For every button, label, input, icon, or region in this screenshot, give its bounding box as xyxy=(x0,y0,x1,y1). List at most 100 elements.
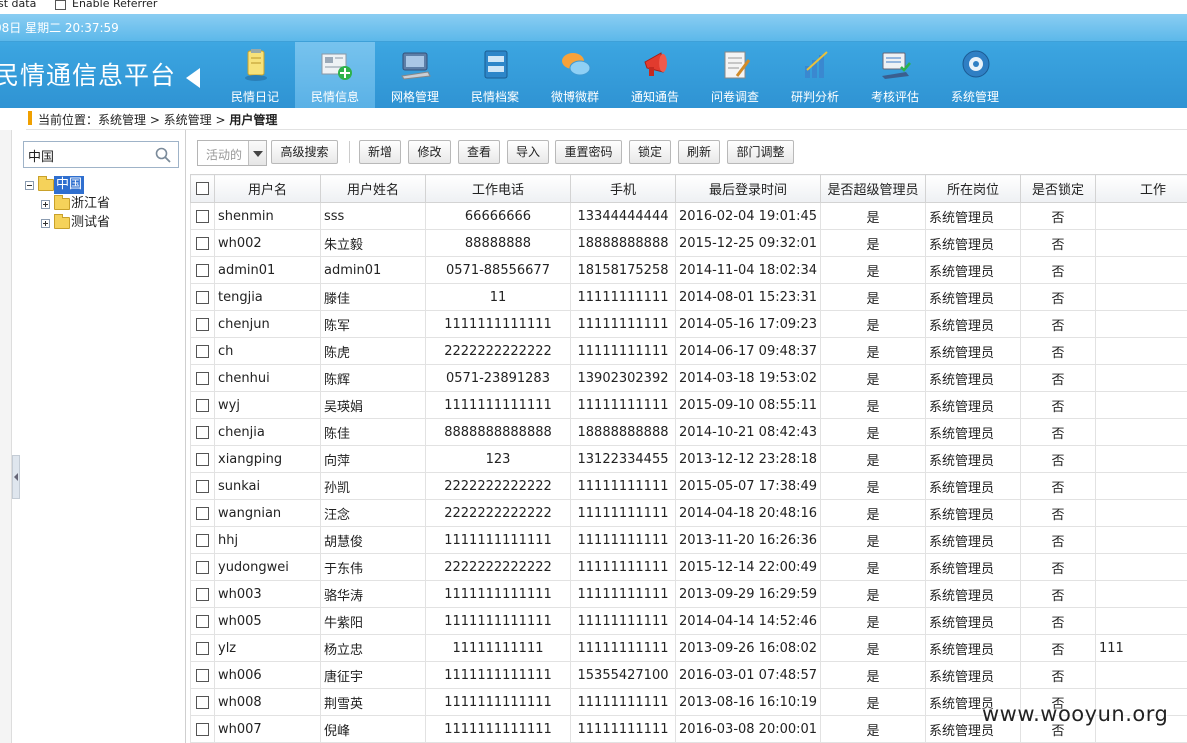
col-header-mobile[interactable]: 手机 xyxy=(570,174,676,203)
edit-button[interactable]: 修改 xyxy=(408,140,451,164)
row-select-cell[interactable] xyxy=(190,418,215,446)
table-row[interactable]: hhj 胡慧俊 1111111111111 11111111111 2013-11-20… xyxy=(190,526,1187,554)
nav-item-diary[interactable]: 民情日记 xyxy=(215,42,295,108)
enable-referrer-checkbox[interactable] xyxy=(55,0,66,10)
row-select-cell[interactable] xyxy=(190,607,215,635)
col-header-work-phone[interactable]: 工作电话 xyxy=(425,174,571,203)
row-select-cell[interactable] xyxy=(190,580,215,608)
col-header-super-admin[interactable]: 是否超级管理员 xyxy=(820,174,926,203)
row-select-cell[interactable] xyxy=(190,688,215,716)
table-row[interactable]: sunkai 孙凯 2222222222222 11111111111 2015-05-… xyxy=(190,472,1187,500)
nav-item-system[interactable]: 系统管理 xyxy=(935,42,1015,108)
panel-toggle-handle[interactable] xyxy=(12,455,20,499)
row-checkbox[interactable] xyxy=(196,317,209,331)
row-select-cell[interactable] xyxy=(190,661,215,689)
table-row[interactable]: chenjun 陈军 1111111111111 11111111111 2014-05… xyxy=(190,310,1187,338)
nav-item-survey[interactable]: 问卷调查 xyxy=(695,42,775,108)
row-checkbox[interactable] xyxy=(196,344,209,358)
row-checkbox[interactable] xyxy=(196,452,209,466)
select-all-cell[interactable] xyxy=(190,174,215,203)
row-select-cell[interactable] xyxy=(190,553,215,581)
row-select-cell[interactable] xyxy=(190,229,215,257)
row-checkbox[interactable] xyxy=(196,371,209,385)
tree-node-label[interactable]: 中国 xyxy=(54,176,85,194)
table-row[interactable]: wh006 唐征宇 1111111111111 15355427100 2016-03-… xyxy=(190,661,1187,689)
row-checkbox[interactable] xyxy=(196,533,209,547)
row-checkbox[interactable] xyxy=(196,614,209,628)
table-row[interactable]: shenmin sss 66666666 13344444444 2016-02-04 … xyxy=(190,202,1187,230)
tree-expand-icon[interactable] xyxy=(41,219,50,228)
row-select-cell[interactable] xyxy=(190,202,215,230)
row-select-cell[interactable] xyxy=(190,283,215,311)
table-row[interactable]: wh002 朱立毅 88888888 18888888888 2015-12-25 09… xyxy=(190,229,1187,257)
tree-collapse-icon[interactable] xyxy=(25,181,34,190)
table-row[interactable]: ch 陈虎 2222222222222 11111111111 2014-06-17 0… xyxy=(190,337,1187,365)
table-row[interactable]: wangnian 汪念 2222222222222 11111111111 2014-0… xyxy=(190,499,1187,527)
row-checkbox[interactable] xyxy=(196,560,209,574)
row-select-cell[interactable] xyxy=(190,391,215,419)
row-select-cell[interactable] xyxy=(190,526,215,554)
chevron-down-icon[interactable] xyxy=(248,141,266,165)
table-row[interactable]: ylz 杨立忠 11111111111 11111111111 2013-09-26 1… xyxy=(190,634,1187,662)
col-header-work[interactable]: 工作 xyxy=(1095,174,1187,203)
import-button[interactable]: 导入 xyxy=(507,140,549,164)
row-checkbox[interactable] xyxy=(196,587,209,601)
advanced-search-button[interactable]: 高级搜索 xyxy=(271,140,338,164)
add-button[interactable]: 新增 xyxy=(359,140,401,164)
row-checkbox[interactable] xyxy=(196,236,209,250)
collapse-left-icon[interactable] xyxy=(186,68,200,88)
col-header-position[interactable]: 所在岗位 xyxy=(925,174,1021,203)
row-checkbox[interactable] xyxy=(196,209,209,223)
row-checkbox[interactable] xyxy=(196,263,209,277)
search-icon[interactable] xyxy=(155,147,171,163)
select-all-checkbox[interactable] xyxy=(196,182,209,195)
tree-node-label[interactable]: 浙江省 xyxy=(69,195,112,213)
row-select-cell[interactable] xyxy=(190,445,215,473)
table-row[interactable]: wh003 骆华涛 1111111111111 11111111111 2013-09-… xyxy=(190,580,1187,608)
col-header-fullname[interactable]: 用户姓名 xyxy=(320,174,426,203)
col-header-username[interactable]: 用户名 xyxy=(214,174,321,203)
nav-item-info[interactable]: 民情信息 xyxy=(295,42,375,108)
view-button[interactable]: 查看 xyxy=(458,140,500,164)
row-select-cell[interactable] xyxy=(190,310,215,338)
row-checkbox[interactable] xyxy=(196,290,209,304)
row-select-cell[interactable] xyxy=(190,472,215,500)
table-row[interactable]: wh005 牛紫阳 1111111111111 11111111111 2014-04-… xyxy=(190,607,1187,635)
row-checkbox[interactable] xyxy=(196,722,209,736)
row-checkbox[interactable] xyxy=(196,479,209,493)
tree-expand-icon[interactable] xyxy=(41,200,50,209)
row-select-cell[interactable] xyxy=(190,256,215,284)
refresh-button[interactable]: 刷新 xyxy=(678,140,720,164)
status-select[interactable]: 活动的 xyxy=(197,140,267,166)
table-row[interactable]: chenhui 陈辉 0571-23891283 13902302392 2014-03… xyxy=(190,364,1187,392)
row-select-cell[interactable] xyxy=(190,715,215,743)
nav-item-notice[interactable]: 通知通告 xyxy=(615,42,695,108)
table-row[interactable]: yudongwei 于东伟 2222222222222 11111111111 2015… xyxy=(190,553,1187,581)
row-select-cell[interactable] xyxy=(190,364,215,392)
row-checkbox[interactable] xyxy=(196,695,209,709)
col-header-last-login[interactable]: 最后登录时间 xyxy=(675,174,821,203)
row-select-cell[interactable] xyxy=(190,634,215,662)
table-row[interactable]: tengjia 滕佳 11 11111111111 2014-08-01 15:23:3… xyxy=(190,283,1187,311)
nav-item-archive[interactable]: 民情档案 xyxy=(455,42,535,108)
row-checkbox[interactable] xyxy=(196,641,209,655)
department-adjust-button[interactable]: 部门调整 xyxy=(727,140,794,164)
tree-node-label[interactable]: 测试省 xyxy=(69,214,112,232)
row-checkbox[interactable] xyxy=(196,668,209,682)
nav-item-analysis[interactable]: 研判分析 xyxy=(775,42,855,108)
table-row[interactable]: xiangping 向萍 123 13122334455 2013-12-12 23:2… xyxy=(190,445,1187,473)
nav-item-grid[interactable]: 网格管理 xyxy=(375,42,455,108)
row-checkbox[interactable] xyxy=(196,506,209,520)
table-row[interactable]: chenjia 陈佳 8888888888888 18888888888 2014-10… xyxy=(190,418,1187,446)
row-select-cell[interactable] xyxy=(190,337,215,365)
nav-item-assessment[interactable]: 考核评估 xyxy=(855,42,935,108)
tree-search-input[interactable] xyxy=(28,146,150,164)
nav-item-weibo[interactable]: 微博微群 xyxy=(535,42,615,108)
row-checkbox[interactable] xyxy=(196,425,209,439)
reset-password-button[interactable]: 重置密码 xyxy=(555,140,622,164)
row-select-cell[interactable] xyxy=(190,499,215,527)
row-checkbox[interactable] xyxy=(196,398,209,412)
lock-button[interactable]: 锁定 xyxy=(629,140,671,164)
table-row[interactable]: wyj 吴瑛娟 1111111111111 11111111111 2015-09-10… xyxy=(190,391,1187,419)
col-header-locked[interactable]: 是否锁定 xyxy=(1020,174,1096,203)
